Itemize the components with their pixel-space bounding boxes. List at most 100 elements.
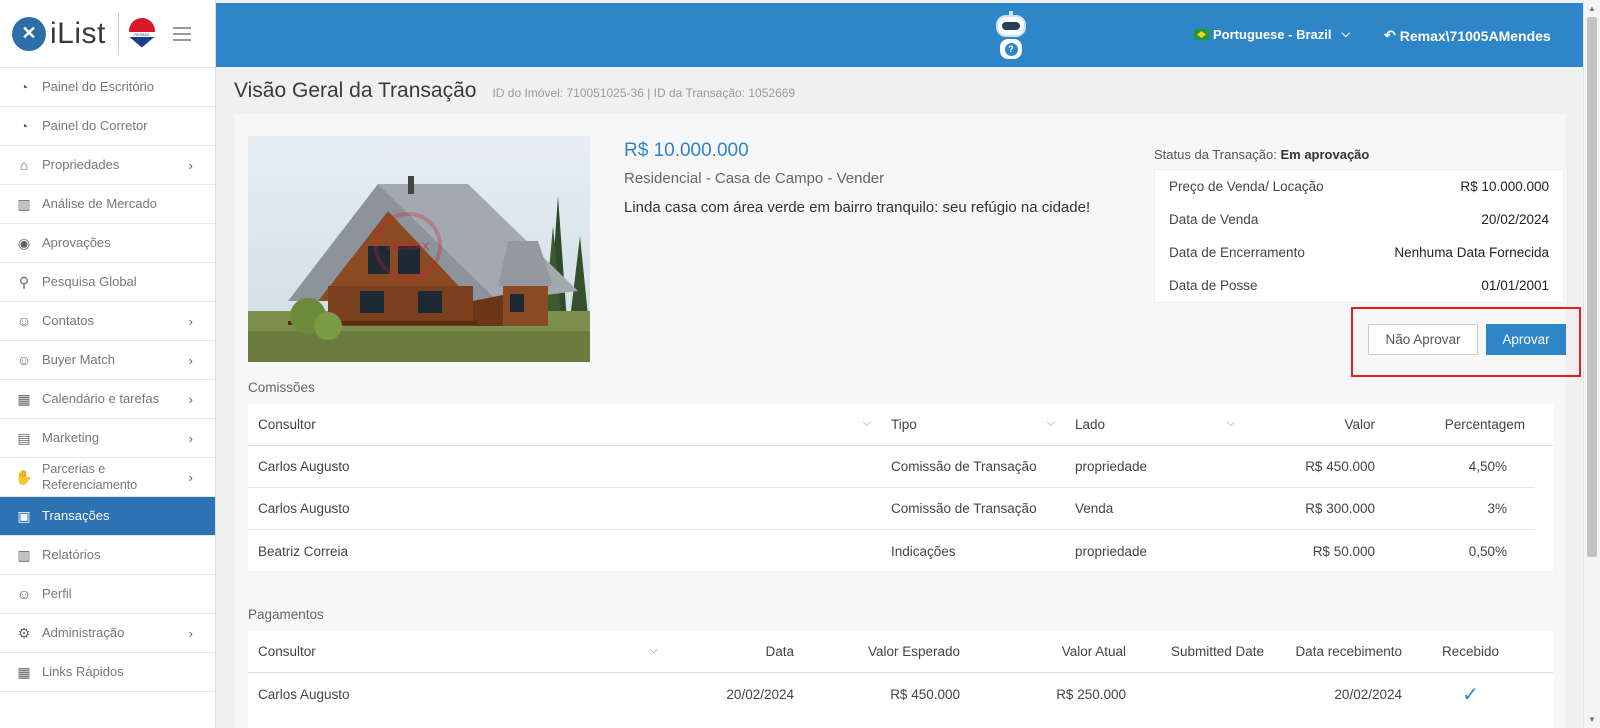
approve-button[interactable]: Aprovar [1486, 324, 1566, 355]
detail-label: Data de Venda [1169, 212, 1259, 227]
chevron-right-icon: › [188, 430, 193, 446]
column-header[interactable]: Valor Atual [970, 644, 1136, 659]
column-header[interactable]: Valor [1245, 417, 1385, 432]
column-header-label: Lado [1075, 417, 1106, 432]
page-scrollbar[interactable]: ▲ ▼ [1583, 0, 1600, 728]
chevron-down-icon[interactable]: ⌵ [1227, 417, 1235, 430]
column-header[interactable]: Tipo ⌵ [881, 417, 1065, 432]
sidebar-item-label: Administração [42, 625, 125, 640]
logo-bar: ✕ iList RE/MAX [0, 0, 215, 68]
remax-balloon-logo: RE/MAX [128, 17, 155, 50]
sidebar-item[interactable]: ⚲ Pesquisa Global [0, 263, 215, 302]
contacts-icon: ☺ [16, 313, 32, 329]
column-header[interactable]: Lado ⌵ [1065, 417, 1245, 432]
sidebar-item-label: Análise de Mercado [42, 196, 157, 211]
brazil-flag-icon [1194, 29, 1209, 40]
table-cell: R$ 450.000 [890, 686, 960, 702]
table-cell: R$ 50.000 [1312, 543, 1375, 559]
payments-title: Pagamentos [248, 607, 324, 622]
sidebar-item-label: Aprovações [42, 235, 111, 250]
chevron-down-icon[interactable]: ⌵ [1047, 417, 1055, 430]
sidebar-item[interactable]: ▦ Calendário e tarefas › [0, 380, 215, 419]
sidebar-item-label: Marketing [42, 430, 100, 445]
gauge-icon: ◔ [19, 79, 29, 95]
sidebar-item[interactable]: ▥ Relatórios [0, 536, 215, 575]
column-header[interactable]: Data [668, 644, 804, 659]
sidebar-item-label: Painel do Corretor [42, 118, 148, 133]
sidebar-item[interactable]: ✋ Parcerias e Referenciamento › [0, 458, 215, 497]
column-header-label: Valor [1344, 417, 1375, 432]
sidebar-item[interactable]: ◔ Painel do Corretor [0, 107, 215, 146]
gear-icon: ⚙ [17, 624, 31, 641]
sidebar-item[interactable]: ☺ Contatos › [0, 302, 215, 341]
sidebar-item-label: Transações [42, 508, 110, 523]
table-cell: 20/02/2024 [1334, 686, 1402, 702]
table-cell: Carlos Augusto [258, 501, 350, 516]
calendar-icon: ▦ [17, 390, 31, 407]
sidebar-item[interactable]: ▣ Transações [0, 497, 215, 536]
hamburger-menu-icon[interactable] [172, 23, 191, 45]
sidebar-item[interactable]: ◉ Aprovações [0, 224, 215, 263]
ilist-logo-text[interactable]: iList [50, 17, 106, 51]
sidebar-item[interactable]: ▥ Análise de Mercado [0, 185, 215, 224]
column-header[interactable]: Consultor ⌵ [248, 417, 881, 432]
page-subtitle: ID do Imóvel: 710051025-36 | ID da Trans… [492, 86, 796, 100]
column-header[interactable]: Submitted Date [1136, 644, 1274, 659]
column-header[interactable]: Recebido [1412, 644, 1529, 659]
table-cell: Beatriz Correia [258, 543, 349, 559]
column-header-label: Percentagem [1444, 417, 1525, 432]
sidebar-item[interactable]: ▦ Links Rápidos [0, 653, 215, 692]
column-header-label: Recebido [1441, 644, 1500, 659]
sidebar-item[interactable]: ☺ Buyer Match › [0, 341, 215, 380]
table-cell: Indicações [891, 543, 956, 559]
detail-label: Data de Posse [1169, 278, 1258, 293]
chevron-down-icon[interactable]: ⌵ [650, 644, 658, 657]
sidebar-item[interactable]: ☺ Perfil [0, 575, 215, 614]
table-cell: R$ 300.000 [1305, 501, 1375, 516]
table-cell: Venda [1075, 501, 1114, 516]
table-row: Carlos Augusto 20/02/2024 R$ 450.000 R$ 250… [248, 673, 1535, 715]
bar-chart-icon: ▥ [17, 195, 31, 212]
column-header[interactable]: Data recebimento [1274, 644, 1412, 659]
ilist-logo-icon[interactable]: ✕ [12, 16, 46, 51]
user-icon: ☺ [16, 352, 32, 368]
search-icon: ⚲ [18, 273, 30, 290]
sidebar-item[interactable]: ◔ Painel do Escritório [0, 68, 215, 107]
sidebar-item[interactable]: ⚙ Administração › [0, 614, 215, 653]
logo-divider [117, 12, 119, 55]
language-selector[interactable]: Portuguese - Brazil ⌵ [1194, 27, 1350, 42]
status-value: Em aprovação [1280, 147, 1370, 162]
chevron-right-icon: › [188, 625, 193, 641]
language-label: Portuguese - Brazil [1213, 27, 1332, 42]
sidebar-item-label: Propriedades [42, 157, 120, 172]
scrollbar-thumb[interactable] [1587, 17, 1597, 557]
sidebar-item[interactable]: ▤ Marketing › [0, 419, 215, 458]
user-icon: ☺ [16, 586, 32, 602]
table-cell: Carlos Augusto [258, 459, 350, 474]
help-robot-icon[interactable]: ? [988, 11, 1034, 61]
column-header[interactable]: Consultor ⌵ [248, 644, 668, 659]
property-photo[interactable]: RE/MAX [248, 136, 590, 362]
sidebar-item-label: Links Rápidos [42, 664, 124, 679]
chevron-down-icon: ⌵ [1341, 28, 1350, 40]
sidebar-item[interactable]: ⌂ Propriedades › [0, 146, 215, 185]
table-header: Consultor ⌵ Data Valor Esperado Valor Atual S… [248, 631, 1553, 673]
table-cell: Comissão de Transação [891, 501, 1037, 516]
reply-arrow-icon: ↶ [1384, 27, 1396, 43]
property-description: Linda casa com área verde em bairro tran… [624, 199, 1091, 216]
page-title: Visão Geral da Transação [234, 79, 477, 102]
sidebar: ✕ iList RE/MAX ◔ Painel do Escritório ◔ Pai… [0, 0, 216, 728]
top-bar: ? Portuguese - Brazil ⌵ ↶ Remax\71005AMe… [216, 3, 1583, 67]
detail-row: Preço de Venda/ Locação R$ 10.000.000 [1155, 170, 1563, 203]
table-header: Consultor ⌵ Tipo ⌵ Lado ⌵ Valor Percentagem [248, 404, 1553, 446]
reject-button[interactable]: Não Aprovar [1368, 324, 1478, 355]
scroll-up-arrow-icon[interactable]: ▲ [1584, 0, 1600, 17]
column-header[interactable]: Valor Esperado [804, 644, 970, 659]
chevron-down-icon[interactable]: ⌵ [863, 417, 871, 430]
column-header-label: Data recebimento [1295, 644, 1402, 659]
user-switch[interactable]: ↶ Remax\71005AMendes [1384, 27, 1551, 44]
scroll-down-arrow-icon[interactable]: ▼ [1584, 711, 1600, 728]
property-price: R$ 10.000.000 [624, 140, 749, 161]
column-header[interactable]: Percentagem [1385, 417, 1535, 432]
table-cell: 20/02/2024 [726, 686, 794, 702]
